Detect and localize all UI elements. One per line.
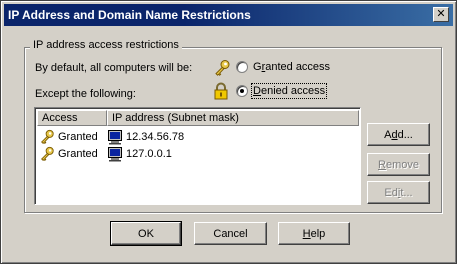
denied-access-radio[interactable]: Denied access — [236, 83, 328, 99]
computer-icon — [108, 129, 122, 144]
list-item[interactable]: Granted 127.0.0.1 — [37, 145, 172, 162]
except-label: Except the following: — [35, 88, 136, 100]
dialog-window: IP Address and Domain Name Restrictions … — [0, 0, 457, 264]
denied-access-label: Denied access — [250, 83, 328, 99]
cancel-button[interactable]: Cancel — [194, 222, 267, 245]
add-button[interactable]: Ad d... — [367, 123, 430, 146]
granted-access-label: Granted access — [253, 61, 331, 73]
granted-access-radio[interactable]: Granted access — [236, 61, 330, 73]
key-icon — [41, 129, 54, 144]
granted-radio-button[interactable] — [236, 61, 248, 73]
computer-icon — [108, 146, 122, 161]
restrictions-list[interactable]: Access IP address (Subnet mask) Granted — [34, 107, 361, 205]
denied-radio-button[interactable] — [236, 85, 248, 97]
access-cell: Granted — [58, 147, 98, 160]
title-bar[interactable]: IP Address and Domain Name Restrictions … — [4, 4, 453, 26]
access-cell: Granted — [58, 130, 98, 143]
close-button[interactable]: ✕ — [433, 7, 449, 22]
list-header: Access IP address (Subnet mask) — [37, 110, 360, 126]
default-label: By default, all computers will be: — [35, 62, 193, 74]
column-header-access[interactable]: Access — [37, 110, 107, 126]
ip-cell: 12.34.56.78 — [126, 130, 185, 143]
group-legend: IP address access restrictions — [30, 39, 182, 51]
remove-button[interactable]: Remove — [367, 153, 430, 176]
help-button[interactable]: Help — [278, 222, 350, 245]
window-title: IP Address and Domain Name Restrictions — [8, 8, 251, 22]
lock-icon — [212, 82, 230, 100]
ok-button[interactable]: OK — [110, 221, 182, 246]
edit-button[interactable]: Ed i t... — [367, 181, 430, 204]
list-item[interactable]: Granted 12.34.56.78 — [37, 128, 184, 145]
close-icon: ✕ — [436, 8, 446, 20]
column-header-ip[interactable]: IP address (Subnet mask) — [107, 110, 359, 126]
key-icon — [41, 146, 54, 161]
ip-cell: 127.0.0.1 — [126, 147, 172, 160]
key-icon — [213, 59, 231, 77]
